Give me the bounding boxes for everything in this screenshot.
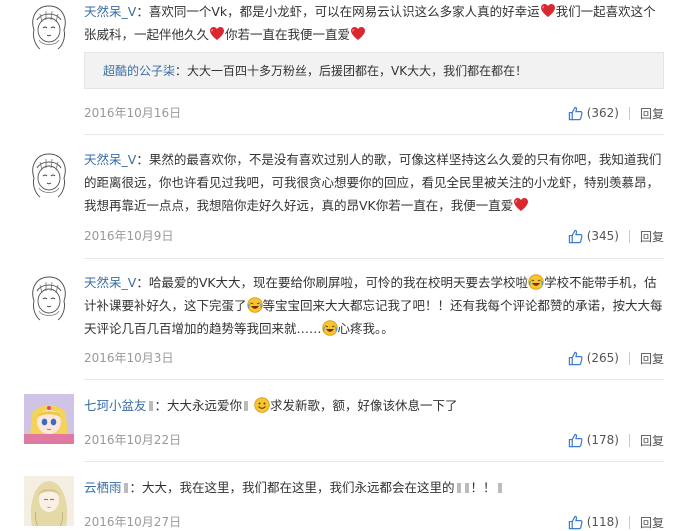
action-divider (628, 515, 630, 529)
avatar[interactable] (24, 148, 74, 198)
action-divider (628, 106, 630, 120)
like-count[interactable]: (118) (587, 515, 619, 529)
quoted-reply: 超酷的公子柒：大大一百四十多万粉丝，后援团都在，VK大大，我们都在都在！ (84, 52, 664, 89)
username-link[interactable]: 超酷的公子柒 (103, 64, 175, 78)
username-link[interactable]: 天然呆_V (84, 4, 136, 19)
quoted-reply-text: 超酷的公子柒：大大一百四十多万粉丝，后援团都在，VK大大，我们都在都在！ (103, 62, 527, 80)
comment-text-part: ：大大永远爱你 (154, 398, 243, 413)
laugh-cry-emoji-icon (247, 297, 263, 313)
comment-text-part: ：果然的最喜欢你，不是没有喜欢过别人的歌，可像这样坚持这么久爱的只有你吧，我知道… (84, 152, 662, 213)
comment-actions: (118) 回复 (568, 512, 664, 531)
like-count[interactable]: (265) (587, 351, 619, 365)
comment-text-part: 心疼我。。 (337, 321, 394, 336)
username-link[interactable]: 云栖雨 (84, 480, 122, 495)
thumbs-up-icon[interactable] (568, 229, 583, 244)
comment-meta: 2016年10月3日 (265) 回复 (84, 348, 664, 368)
comment-text-part: 你若一直在我便一直爱 (225, 27, 351, 42)
action-divider (628, 351, 630, 365)
comment-text: 七珂小盆友 ：大大永远爱你 求发新歌，额，好像该休息一下了 (84, 394, 666, 417)
comment-text: 天然呆_V：喜欢同一个Vk，都是小龙虾，可以在网易云认识这么多家人真的好幸运 我们… (84, 0, 666, 46)
heart-emoji-icon (209, 26, 225, 41)
decor-mark (244, 401, 249, 411)
avatar[interactable] (24, 476, 74, 526)
reply-button[interactable]: 回复 (640, 350, 664, 367)
reply-button[interactable]: 回复 (640, 432, 664, 449)
comment-divider (84, 134, 664, 135)
comment-text-part: ！！ (470, 480, 496, 495)
like-count[interactable]: (345) (587, 229, 619, 243)
reply-button[interactable]: 回复 (640, 228, 664, 245)
thumbs-up-icon[interactable] (568, 106, 583, 121)
username-link[interactable]: 七珂小盆友 (84, 398, 147, 413)
comment-actions: (265) 回复 (568, 348, 664, 368)
comment-meta: 2016年10月9日 (345) 回复 (84, 226, 664, 246)
comment-text-part: ：哈最爱的VK大大，现在要给你刷屏啦，可怜的我在校明天要去学校啦 (136, 275, 529, 290)
like-count[interactable]: (362) (587, 106, 619, 120)
comment-date: 2016年10月9日 (84, 229, 174, 243)
comment-divider (84, 258, 664, 259)
heart-emoji-icon (350, 26, 366, 41)
thumbs-up-icon[interactable] (568, 433, 583, 448)
action-divider (628, 433, 630, 447)
avatar[interactable] (24, 0, 74, 50)
decor-mark (497, 483, 502, 493)
avatar[interactable] (24, 394, 74, 444)
username-link[interactable]: 天然呆_V (84, 275, 136, 290)
heart-emoji-icon (540, 3, 556, 18)
heart-emoji-icon (513, 197, 529, 212)
thumbs-up-icon[interactable] (568, 351, 583, 366)
comment-text-part: ：喜欢同一个Vk，都是小龙虾，可以在网易云认识这么多家人真的好幸运 (136, 4, 540, 19)
quoted-reply-content: ：大大一百四十多万粉丝，后援团都在，VK大大，我们都在都在！ (175, 64, 528, 78)
comment-text: 云栖雨 ：大大，我在这里，我们都在这里，我们永远都会在这里的 ！！ (84, 476, 666, 499)
decor-mark (148, 401, 153, 411)
action-divider (628, 229, 630, 243)
reply-button[interactable]: 回复 (640, 105, 664, 122)
laugh-cry-emoji-icon (322, 320, 338, 336)
comment-text-part: 求发新歌，额，好像该休息一下了 (270, 398, 458, 413)
reply-button[interactable]: 回复 (640, 514, 664, 531)
comment-date: 2016年10月16日 (84, 106, 182, 120)
like-count[interactable]: (178) (587, 433, 619, 447)
comment-meta: 2016年10月22日 (178) 回复 (84, 430, 664, 450)
comment-meta: 2016年10月16日 (362) 回复 (84, 103, 664, 123)
smile-emoji-icon (254, 397, 270, 413)
decor-mark (456, 483, 461, 493)
comment-text: 天然呆_V：果然的最喜欢你，不是没有喜欢过别人的歌，可像这样坚持这么久爱的只有你… (84, 148, 666, 217)
laugh-cry-emoji-icon (528, 274, 544, 290)
comment-divider (84, 461, 664, 462)
comment-text: 天然呆_V：哈最爱的VK大大，现在要给你刷屏啦，可怜的我在校明天要去学校啦 学校不… (84, 271, 666, 340)
comment-actions: (362) 回复 (568, 103, 664, 123)
decor-mark (464, 483, 469, 493)
comment-date: 2016年10月3日 (84, 351, 174, 365)
username-link[interactable]: 天然呆_V (84, 152, 136, 167)
thumbs-up-icon[interactable] (568, 515, 583, 530)
comment-date: 2016年10月27日 (84, 515, 182, 529)
comment-actions: (178) 回复 (568, 430, 664, 450)
avatar[interactable] (24, 271, 74, 321)
comment-divider (84, 379, 664, 380)
comment-date: 2016年10月22日 (84, 433, 182, 447)
decor-mark (123, 483, 128, 493)
comment-text-part: ：大大，我在这里，我们都在这里，我们永远都会在这里的 (129, 480, 455, 495)
comment-actions: (345) 回复 (568, 226, 664, 246)
comment-meta: 2016年10月27日 (118) 回复 (84, 512, 664, 531)
